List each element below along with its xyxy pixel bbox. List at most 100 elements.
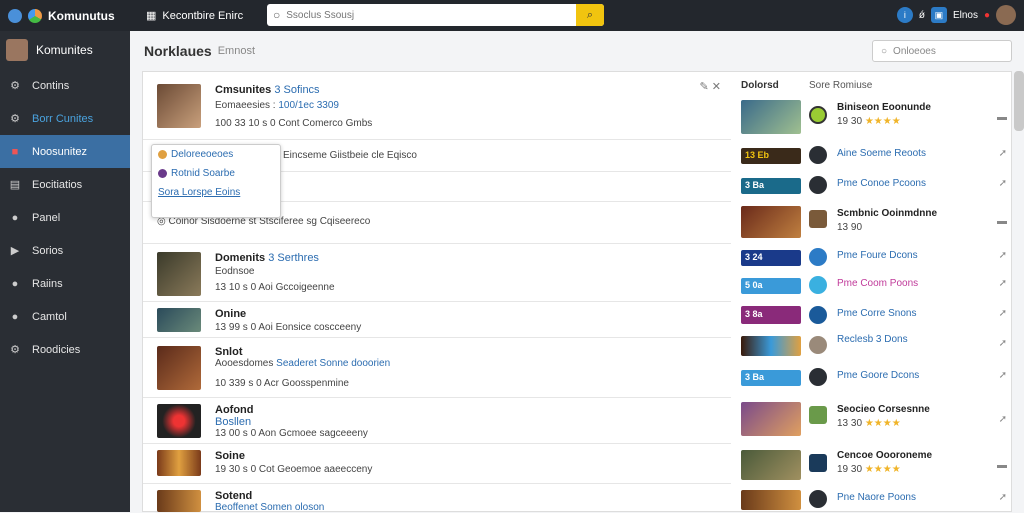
game-row[interactable]: Cencoe Oooroneme 19 30 ★★★★ ▬ (735, 444, 1013, 486)
list-item[interactable]: Sotend Beoffenet Somen oloson (143, 484, 731, 513)
search-input[interactable] (286, 9, 576, 21)
game-thumbnail (741, 206, 801, 238)
game-label: 3 Ba (741, 178, 801, 194)
sidebar-user[interactable]: Komunites (0, 31, 130, 69)
post-subtitle: Beoffenet Somen oloson (215, 502, 325, 513)
menu-item[interactable]: Deloreeoeoes (152, 145, 280, 164)
post-thumbnail (157, 308, 201, 332)
share-icon[interactable]: ➚ (999, 278, 1007, 289)
list-item[interactable]: Onine 13 99 s 0 Aoi Eonsice coscceeny (143, 302, 731, 338)
sidebar-item-contins[interactable]: ⚙ Contins (0, 69, 130, 102)
post-meta: 13 99 s 0 Aoi Eonsice coscceeny (215, 322, 362, 333)
game-title: Reclesb 3 Dons (837, 334, 908, 345)
brand-icon (28, 8, 42, 23)
message-icon[interactable]: ▬ (997, 460, 1007, 471)
game-rating: 19 30 ★★★★ (837, 116, 901, 127)
sidebar-item-borr-cunites[interactable]: ⚙ Borr Cunites (0, 102, 130, 135)
message-icon[interactable]: ▬ (997, 112, 1007, 123)
sidebar-item-roodicies[interactable]: ⚙ Roodicies (0, 333, 130, 366)
message-icon[interactable]: ▬ (997, 216, 1007, 227)
game-label: 5 0a (741, 278, 801, 294)
list-item[interactable]: Soine 19 30 s 0 Cot Geoemoe aaeecceny (143, 444, 731, 484)
sidebar-item-sorios[interactable]: ▶ Sorios (0, 234, 130, 267)
game-icon (809, 210, 827, 228)
sidebar-item-noosunitez[interactable]: ■ Noosunitez (0, 135, 130, 168)
document-icon: ▤ (9, 179, 21, 191)
user-name: Komunites (36, 43, 93, 57)
notification-icon[interactable]: ǿ (919, 10, 925, 21)
share-icon[interactable]: ➚ (999, 308, 1007, 319)
share-icon[interactable]: ➚ (999, 492, 1007, 503)
game-rating: 13 90 (837, 222, 863, 233)
play-icon: ▶ (10, 245, 20, 257)
share-icon[interactable]: ➚ (999, 250, 1007, 261)
game-title: Biniseon Eoonunde (837, 102, 931, 113)
avatar[interactable] (996, 5, 1016, 25)
column-header: Dolorsd (741, 80, 779, 91)
list-item[interactable]: Snlot Aooesdomes Seaderet Sonne dooorien… (143, 338, 731, 398)
game-row[interactable]: 3 24 Pme Foure Dcons ➚ (735, 244, 1013, 272)
list-item[interactable]: Domenits 3 Serthres Eodnsoe 13 10 s 0 Ao… (143, 244, 731, 302)
info-icon[interactable]: i (896, 7, 913, 23)
scrollbar[interactable] (1014, 71, 1024, 131)
sidebar-item-eocitiatios[interactable]: ▤ Eocitiatios (0, 168, 130, 201)
list-item[interactable]: Aofond Bosllen 13 00 s 0 Aon Gcmoee sagce… (143, 398, 731, 444)
game-row[interactable]: 13 Eb Aine Soeme Reoots ➚ (735, 140, 1013, 170)
pin-icon[interactable]: ✎ ✕ (700, 80, 722, 93)
app-logo[interactable]: Komunutus (0, 8, 130, 23)
post-meta: 10 339 s 0 Acr Goosspenmine (215, 378, 349, 389)
status-dot-icon (158, 150, 167, 159)
share-icon[interactable]: ➚ (999, 338, 1007, 349)
account-label[interactable]: Elnos (953, 10, 978, 21)
game-row[interactable]: Biniseon Eoonunde 19 30 ★★★★ ▬ (735, 94, 1013, 140)
game-icon (809, 176, 827, 194)
post-title: Domenits 3 Serthres (215, 252, 319, 264)
game-title: Pme Coom Poons (837, 278, 919, 289)
game-row[interactable]: 3 Ba Pme Goore Dcons ➚ (735, 362, 1013, 394)
sidebar-item-camtol[interactable]: ● Camtol (0, 300, 130, 333)
game-title: Scmbnic Ooinmdnne (837, 208, 938, 219)
sidebar-item-label: Eocitiatios (32, 178, 83, 191)
content-search-placeholder: Onloeoes (893, 45, 936, 57)
game-title: Seocieo Corsesnne (837, 404, 930, 415)
alert-icon[interactable]: ● (984, 10, 990, 21)
sidebar-item-raiins[interactable]: ● Raiins (0, 267, 130, 300)
game-icon (809, 276, 827, 294)
game-row[interactable]: 3 Ba Pme Conoe Pcoons ➚ (735, 170, 1013, 200)
post-meta: 100 33 10 s 0 Cont Comerco Gmbs (215, 118, 373, 129)
post-title: Soine (215, 450, 245, 462)
sidebar-item-label: Borr Cunites (32, 112, 94, 125)
game-row[interactable]: Seocieo Corsesnne 13 30 ★★★★ ➚ (735, 394, 1013, 444)
top-bar: Komunutus ▦ Kecontbire Enirc ○ ⌕ i ǿ ▣ E… (0, 0, 1024, 31)
share-icon[interactable]: ➚ (999, 178, 1007, 189)
menu-link[interactable]: Sora Lorspe Eoins (152, 183, 280, 202)
game-row[interactable]: 3 8a Pme Corre Snons ➚ (735, 300, 1013, 330)
game-icon (809, 248, 827, 266)
share-icon[interactable]: ➚ (999, 370, 1007, 381)
game-thumbnail (741, 450, 801, 480)
menu-item[interactable]: Rotnid Soarbe (152, 164, 280, 183)
content-panel: Cmsunites 3 Sofincs Eomaeesies : 100/1ec… (142, 71, 1013, 513)
search-bar[interactable]: ○ ⌕ (267, 4, 604, 26)
search-button[interactable]: ⌕ (576, 4, 604, 26)
game-row[interactable]: Reclesb 3 Dons ➚ (735, 330, 1013, 362)
post-subtitle: Eodnsoe (215, 266, 255, 277)
sidebar-item-panel[interactable]: ● Panel (0, 201, 130, 234)
calendar-icon[interactable]: ▣ (930, 7, 947, 23)
game-rating: 13 30 ★★★★ (837, 418, 901, 429)
content-search[interactable]: ○ Onloeoes (872, 40, 1012, 62)
post-title: Cmsunites 3 Sofincs (215, 84, 320, 96)
post-title: Sotend (215, 490, 253, 502)
game-icon (809, 106, 827, 124)
share-icon[interactable]: ➚ (999, 414, 1007, 425)
search-icon: ○ (881, 45, 888, 57)
game-row[interactable]: 5 0a Pme Coom Poons ➚ (735, 272, 1013, 300)
game-icon (809, 368, 827, 386)
game-row[interactable]: Scmbnic Ooinmdnne 13 90 ▬ (735, 200, 1013, 244)
game-row[interactable]: Pne Naore Poons ➚ (735, 486, 1013, 513)
list-item[interactable]: Cmsunites 3 Sofincs Eomaeesies : 100/1ec… (143, 72, 731, 140)
share-icon[interactable]: ➚ (999, 148, 1007, 159)
app-title: Komunutus (48, 8, 115, 23)
game-label: 3 8a (741, 306, 801, 324)
top-nav[interactable]: ▦ Kecontbire Enirc (146, 9, 243, 23)
